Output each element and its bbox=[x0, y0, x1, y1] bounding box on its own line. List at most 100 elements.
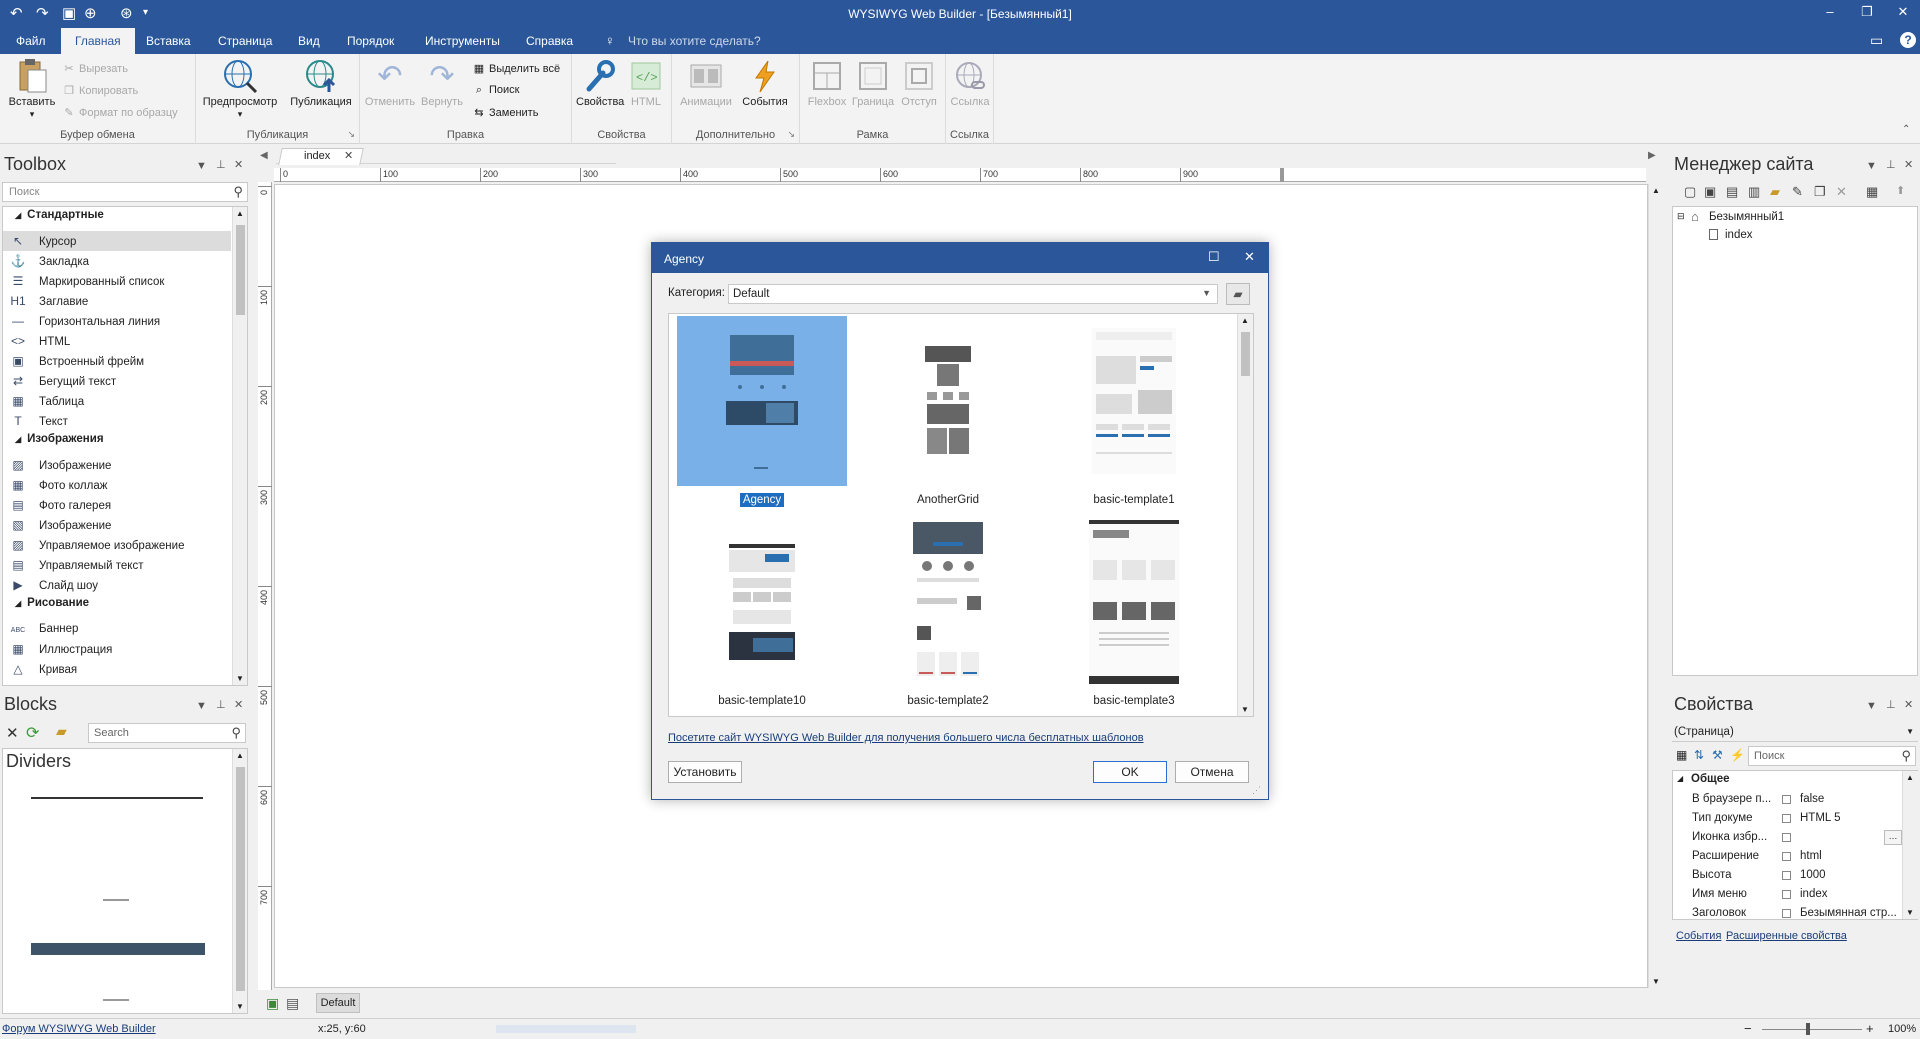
toolbox-item[interactable]: ▤ Фото галерея bbox=[9, 495, 111, 515]
zoom-in-icon[interactable]: + bbox=[1866, 1021, 1874, 1036]
dropdown-icon[interactable]: ▼ bbox=[196, 700, 207, 712]
scroll-down-icon[interactable]: ▼ bbox=[236, 1002, 244, 1011]
advanced-properties-link[interactable]: Расширенные свойства bbox=[1726, 930, 1847, 942]
template-basic-10[interactable]: basic-template10 bbox=[677, 517, 847, 716]
collapse-icon[interactable]: ◢ bbox=[15, 435, 21, 444]
property-row[interactable]: Высота 1000 bbox=[1690, 866, 1905, 885]
pin-icon[interactable]: ⊥ bbox=[216, 158, 226, 171]
dialog-launcher-icon[interactable]: ↘ bbox=[787, 129, 795, 140]
folder-icon[interactable]: ▰ bbox=[1770, 184, 1780, 200]
redo-button[interactable]: ↷ Вернуть bbox=[416, 58, 468, 109]
browse-icon[interactable]: … bbox=[1884, 830, 1902, 845]
tell-me-search[interactable]: Что вы хотите сделать? bbox=[628, 34, 761, 48]
template-basic-3[interactable]: basic-template3 bbox=[1049, 517, 1219, 716]
toolbox-item[interactable]: △ Кривая bbox=[9, 659, 77, 679]
delete-page-icon[interactable]: ✕ bbox=[1836, 184, 1847, 200]
replace-button[interactable]: ⇆ Заменить bbox=[472, 106, 538, 119]
refresh-icon[interactable]: ⟳ bbox=[26, 723, 39, 743]
toolbox-item[interactable]: ▨ Изображение bbox=[9, 455, 111, 475]
dialog-launcher-icon[interactable]: ↘ bbox=[347, 129, 355, 140]
divider-block[interactable] bbox=[103, 999, 129, 1001]
dropdown-icon[interactable]: ▼ bbox=[1866, 160, 1877, 172]
browse-folder-icon[interactable]: ▰ bbox=[1226, 283, 1250, 305]
blocks-scrollbar[interactable]: ▲ ▼ bbox=[232, 749, 247, 1013]
dropdown-icon[interactable]: ▼ bbox=[1866, 700, 1877, 712]
divider-block[interactable] bbox=[31, 943, 205, 955]
toolbox-scrollbar[interactable]: ▲ ▼ bbox=[232, 207, 247, 685]
property-row[interactable]: Имя меню index bbox=[1690, 885, 1905, 904]
collapse-icon[interactable]: ◢ bbox=[15, 599, 21, 608]
new-page-icon[interactable]: ▢ bbox=[1684, 184, 1696, 200]
categorized-icon[interactable]: ▦ bbox=[1676, 748, 1687, 762]
close-icon[interactable]: ✕ bbox=[1904, 158, 1913, 171]
scroll-up-icon[interactable]: ▲ bbox=[1652, 186, 1660, 195]
close-icon[interactable]: ✕ bbox=[1888, 4, 1918, 20]
toolbox-item[interactable]: ▣ Встроенный фрейм bbox=[9, 351, 144, 371]
scroll-down-icon[interactable]: ▼ bbox=[1652, 977, 1660, 986]
close-icon[interactable]: ✕ bbox=[234, 698, 243, 711]
toolbox-search[interactable]: Поиск ⚲ bbox=[2, 182, 248, 202]
find-button[interactable]: ⌕ Поиск bbox=[472, 84, 520, 97]
collapse-ribbon-icon[interactable]: ⌃ bbox=[1902, 124, 1910, 135]
events-lightning-icon[interactable]: ⚡ bbox=[1730, 748, 1745, 762]
toolbox-item[interactable]: ABC Баннер bbox=[9, 619, 79, 639]
maximize-icon[interactable]: ☐ bbox=[1208, 249, 1220, 265]
close-icon[interactable]: ✕ bbox=[1904, 698, 1913, 711]
toolbox-item[interactable]: ▤ Управляемый текст bbox=[9, 555, 143, 575]
zoom-slider[interactable] bbox=[1762, 1029, 1862, 1030]
toolbox-item[interactable]: H1 Заглавие bbox=[9, 291, 88, 311]
toolbox-item[interactable]: ↖ Курсор bbox=[3, 231, 231, 251]
toolbox-item[interactable]: T Текст bbox=[9, 411, 68, 431]
template-basic-2[interactable]: basic-template2 bbox=[863, 517, 1033, 716]
toolbox-item[interactable]: ▧ Изображение bbox=[9, 515, 111, 535]
cut-button[interactable]: ✂ Вырезать bbox=[62, 62, 128, 75]
templates-website-link[interactable]: Посетите сайт WYSIWYG Web Builder для по… bbox=[668, 732, 1144, 744]
collapse-icon[interactable]: ◢ bbox=[1677, 774, 1683, 783]
publish-button[interactable]: Публикация bbox=[286, 58, 356, 108]
delete-icon[interactable]: ✕ bbox=[6, 724, 19, 742]
scroll-up-icon[interactable]: ▲ bbox=[236, 751, 244, 760]
toolbox-item[interactable]: ⚓ Закладка bbox=[9, 251, 89, 271]
scroll-up-icon[interactable]: ▲ bbox=[1906, 773, 1914, 782]
category-select[interactable]: Default ▼ bbox=[728, 284, 1218, 304]
scroll-up-icon[interactable]: ▲ bbox=[236, 209, 244, 218]
scroll-down-icon[interactable]: ▼ bbox=[236, 674, 244, 683]
cancel-button[interactable]: Отмена bbox=[1175, 761, 1249, 783]
menu-file[interactable]: Файл bbox=[16, 34, 46, 48]
toolbox-item[interactable]: ⇄ Бегущий текст bbox=[9, 371, 116, 391]
import-page-icon[interactable]: ▥ bbox=[1748, 184, 1760, 200]
toolbox-category[interactable]: ◢ Изображения bbox=[15, 433, 104, 445]
display-icon[interactable]: ▭ bbox=[1870, 32, 1883, 49]
menu-help[interactable]: Справка bbox=[526, 34, 573, 48]
scroll-down-icon[interactable]: ▼ bbox=[1906, 908, 1914, 917]
tab-scroll-left-icon[interactable]: ◀ bbox=[260, 150, 268, 161]
pin-icon[interactable]: ⊥ bbox=[1886, 158, 1896, 171]
restore-icon[interactable]: ❐ bbox=[1852, 4, 1882, 20]
template-scrollbar[interactable]: ▲ ▼ bbox=[1237, 314, 1253, 716]
add-page-icon[interactable]: ▣ bbox=[1704, 184, 1716, 200]
site-root[interactable]: Безымянный1 bbox=[1709, 211, 1784, 223]
property-row[interactable]: В браузере п... false bbox=[1690, 790, 1905, 809]
link-button[interactable]: Ссылка bbox=[948, 58, 992, 108]
duplicate-page-icon[interactable]: ❐ bbox=[1814, 184, 1826, 200]
events-button[interactable]: События bbox=[738, 58, 792, 108]
properties-search[interactable]: Поиск ⚲ bbox=[1748, 746, 1916, 766]
property-value[interactable]: html bbox=[1800, 847, 1905, 866]
close-icon[interactable]: ✕ bbox=[234, 158, 243, 171]
pin-icon[interactable]: ⊥ bbox=[216, 698, 226, 711]
padding-button[interactable]: Отступ bbox=[896, 58, 942, 108]
toolbox-item[interactable]: ☰ Маркированный список bbox=[9, 271, 165, 291]
close-icon[interactable]: ✕ bbox=[1244, 249, 1255, 265]
desktop-view-icon[interactable]: ▣ bbox=[266, 995, 279, 1012]
pin-icon[interactable]: ⊥ bbox=[1886, 698, 1896, 711]
toolbox-item[interactable]: ▦ Таблица bbox=[9, 391, 84, 411]
zoom-slider-thumb[interactable] bbox=[1806, 1023, 1810, 1035]
scroll-thumb[interactable] bbox=[236, 225, 245, 315]
blocks-search[interactable]: Search ⚲ bbox=[88, 723, 246, 743]
page-width-marker[interactable] bbox=[1280, 168, 1284, 182]
sort-alpha-icon[interactable]: ⇅ bbox=[1694, 748, 1704, 762]
border-button[interactable]: Граница bbox=[850, 58, 896, 108]
move-up-icon[interactable]: ⬆ bbox=[1896, 184, 1905, 197]
flexbox-button[interactable]: Flexbox bbox=[804, 58, 850, 108]
divider-block[interactable] bbox=[31, 797, 203, 799]
